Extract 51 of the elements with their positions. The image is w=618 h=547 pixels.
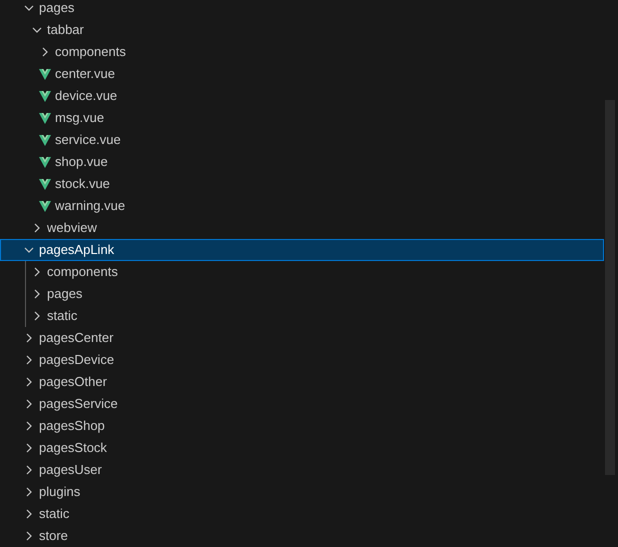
folder-item[interactable]: pagesService xyxy=(0,393,604,415)
folder-item[interactable]: pagesUser xyxy=(0,459,604,481)
file-item[interactable]: service.vue xyxy=(0,129,604,151)
folder-item[interactable]: pagesShop xyxy=(0,415,604,437)
chevron-right-icon xyxy=(24,355,34,365)
chevron-right-icon xyxy=(32,223,42,233)
chevron-right-icon xyxy=(24,465,34,475)
chevron-right-icon xyxy=(24,333,34,343)
chevron-right-icon xyxy=(24,509,34,519)
chevron-right-icon xyxy=(24,443,34,453)
scrollbar-thumb[interactable] xyxy=(605,100,615,475)
vue-file-icon xyxy=(39,156,51,168)
folder-item[interactable]: webview xyxy=(0,217,604,239)
chevron-down-icon xyxy=(24,245,34,255)
folder-item[interactable]: pages xyxy=(0,0,604,19)
file-item[interactable]: device.vue xyxy=(0,85,604,107)
chevron-down-icon xyxy=(32,25,42,35)
folder-item[interactable]: static xyxy=(0,305,604,327)
vue-file-icon xyxy=(39,112,51,124)
folder-item[interactable]: pages xyxy=(0,283,604,305)
folder-item[interactable]: pagesStock xyxy=(0,437,604,459)
file-item[interactable]: msg.vue xyxy=(0,107,604,129)
folder-item[interactable]: pagesApLink xyxy=(0,239,604,261)
folder-item[interactable]: store xyxy=(0,525,604,544)
folder-item[interactable]: plugins xyxy=(0,481,604,503)
file-item[interactable]: warning.vue xyxy=(0,195,604,217)
folder-item[interactable]: components xyxy=(0,41,604,63)
chevron-right-icon xyxy=(24,531,34,541)
chevron-right-icon xyxy=(24,487,34,497)
folder-item[interactable]: static xyxy=(0,503,604,525)
vue-file-icon xyxy=(39,200,51,212)
vue-file-icon xyxy=(39,68,51,80)
chevron-right-icon xyxy=(32,267,42,277)
vue-file-icon xyxy=(39,90,51,102)
chevron-right-icon xyxy=(40,47,50,57)
chevron-right-icon xyxy=(24,399,34,409)
file-item[interactable]: center.vue xyxy=(0,63,604,85)
folder-item[interactable]: pagesOther xyxy=(0,371,604,393)
chevron-right-icon xyxy=(24,421,34,431)
chevron-right-icon xyxy=(32,289,42,299)
folder-item[interactable]: pagesCenter xyxy=(0,327,604,349)
chevron-right-icon xyxy=(32,311,42,321)
file-item[interactable]: stock.vue xyxy=(0,173,604,195)
chevron-right-icon xyxy=(24,377,34,387)
folder-item[interactable]: tabbar xyxy=(0,19,604,41)
chevron-down-icon xyxy=(24,3,34,13)
folder-item[interactable]: pagesDevice xyxy=(0,349,604,371)
file-item[interactable]: shop.vue xyxy=(0,151,604,173)
vue-file-icon xyxy=(39,134,51,146)
vue-file-icon xyxy=(39,178,51,190)
folder-item[interactable]: components xyxy=(0,261,604,283)
